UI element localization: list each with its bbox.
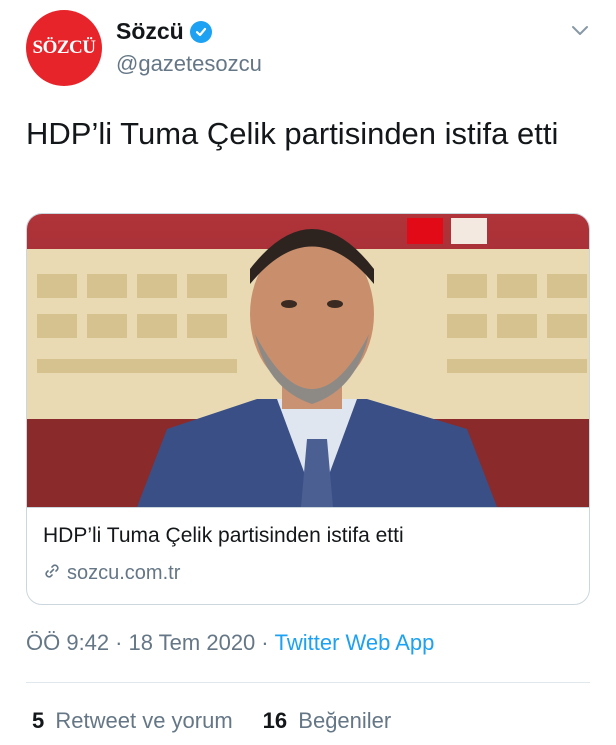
likes-label: Beğeniler	[298, 708, 392, 733]
likes-stat[interactable]: 16 Beğeniler	[263, 708, 392, 734]
retweets-stat[interactable]: 5 Retweet ve yorum	[32, 708, 233, 734]
tweet-source-link[interactable]: Twitter Web App	[275, 630, 435, 656]
handle[interactable]: @gazetesozcu	[116, 51, 262, 77]
tweet-stats: 5 Retweet ve yorum 16 Beğeniler	[32, 708, 391, 734]
chevron-down-icon[interactable]	[570, 20, 590, 40]
avatar-logo-text: SÖZCÜ	[32, 37, 96, 58]
card-photo	[27, 218, 589, 507]
meta-separator: ·	[115, 630, 123, 655]
link-card[interactable]: HDP’li Tuma Çelik partisinden istifa ett…	[26, 213, 590, 605]
retweets-count: 5	[32, 708, 45, 733]
divider	[26, 682, 590, 683]
meta-separator: ·	[261, 630, 269, 655]
tweet-time[interactable]: ÖÖ 9:42	[26, 630, 109, 656]
card-title[interactable]: HDP’li Tuma Çelik partisinden istifa ett…	[43, 524, 573, 548]
retweets-label: Retweet ve yorum	[55, 708, 233, 733]
display-name-row: Sözcü	[116, 18, 262, 45]
verified-badge-icon	[189, 20, 212, 43]
tweet-text: HDP’li Tuma Çelik partisinden istifa ett…	[26, 116, 559, 151]
card-domain: sozcu.com.tr	[67, 562, 181, 584]
card-image[interactable]	[27, 214, 589, 507]
card-info[interactable]: HDP’li Tuma Çelik partisinden istifa ett…	[27, 507, 589, 604]
tweet-meta: ÖÖ 9:42 · 18 Tem 2020 · Twitter Web App	[26, 630, 434, 656]
avatar[interactable]: SÖZCÜ	[26, 10, 102, 86]
card-domain-row: sozcu.com.tr	[43, 562, 573, 585]
display-name[interactable]: Sözcü	[116, 18, 184, 45]
likes-count: 16	[262, 708, 288, 733]
link-icon	[43, 562, 61, 585]
tweet-header: SÖZCÜ Sözcü @gazetesozcu	[26, 10, 596, 90]
tweet-date[interactable]: 18 Tem 2020	[128, 630, 255, 656]
author-names: Sözcü @gazetesozcu	[116, 18, 262, 77]
